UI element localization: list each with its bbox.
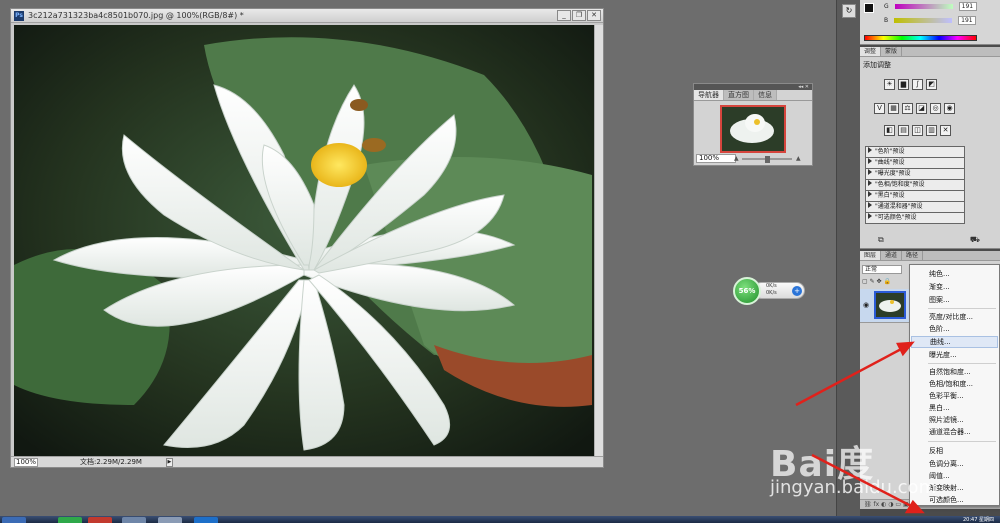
black-white-icon[interactable]: ◪: [916, 103, 927, 114]
doc-size-info: 文档:2.29M/2.29M: [80, 458, 142, 466]
menu-item-pattern[interactable]: 图案...: [911, 294, 998, 306]
taskbar-clock[interactable]: 20:47 星期四: [963, 516, 994, 523]
baidu-watermark: Bai度 jingyan.baidu.com: [770, 435, 995, 505]
selective-color-icon[interactable]: ✕: [940, 125, 951, 136]
blue-slider[interactable]: [894, 18, 953, 23]
zoom-out-icon[interactable]: ▲: [734, 155, 739, 162]
slider-knob[interactable]: [765, 156, 770, 163]
menu-item-photo-filter[interactable]: 照片滤镜...: [911, 414, 998, 426]
expand-triangle-icon: [868, 158, 872, 164]
minimize-button[interactable]: _: [557, 10, 571, 21]
tab-navigator[interactable]: 导航器: [694, 90, 724, 100]
menu-item-color-balance[interactable]: 色彩平衡...: [911, 390, 998, 402]
clip-layer-icon[interactable]: ⧉: [878, 235, 884, 245]
green-row: G 191: [884, 2, 977, 11]
menu-item-vibrance[interactable]: 自然饱和度...: [911, 366, 998, 378]
expand-triangle-icon: [868, 180, 872, 186]
vertical-scrollbar[interactable]: [594, 25, 603, 461]
document-window[interactable]: Ps 3c212a731323ba4c8501b070.jpg @ 100%(R…: [10, 8, 604, 468]
navigator-thumbnail[interactable]: [720, 105, 786, 153]
lock-icons[interactable]: ▢ ✎ ✥ 🔒: [862, 278, 891, 285]
navigator-panel[interactable]: ◂◂ ✕ 导航器 直方图 信息 100% ▲ ▲: [693, 83, 813, 166]
windows-taskbar: 20:47 星期四: [0, 516, 1000, 523]
menu-item-levels[interactable]: 色阶...: [911, 323, 998, 335]
status-bar: 100% 文档:2.29M/2.29M ▶: [11, 456, 603, 467]
status-menu-arrow-icon[interactable]: ▶: [165, 457, 173, 467]
restore-button[interactable]: ❐: [572, 10, 586, 21]
tab-layers[interactable]: 图层: [860, 251, 882, 260]
brightness-icon[interactable]: ☀: [884, 79, 895, 90]
taskbar-app-icon[interactable]: [88, 517, 112, 523]
threshold-icon[interactable]: ◫: [912, 125, 923, 136]
color-spectrum[interactable]: [864, 35, 977, 41]
taskbar-app-icon[interactable]: [58, 517, 82, 523]
preset-item[interactable]: "可选颜色"预设: [865, 212, 965, 224]
document-title: 3c212a731323ba4c8501b070.jpg @ 100%(RGB/…: [28, 11, 244, 20]
gradient-map-icon[interactable]: ▥: [926, 125, 937, 136]
levels-icon[interactable]: ▆: [898, 79, 909, 90]
adjustments-panel[interactable]: 调整 蒙版 添加调整 ☀ ▆ ∫ ◩ V ▦ ⚖ ◪ ◎ ◉ ◧ ▤ ◫ ▥ ✕…: [860, 47, 1000, 249]
invert-icon[interactable]: ◧: [884, 125, 895, 136]
menu-separator: [928, 308, 996, 309]
history-icon[interactable]: ↻: [842, 4, 856, 18]
document-titlebar[interactable]: Ps 3c212a731323ba4c8501b070.jpg @ 100%(R…: [11, 9, 603, 23]
tab-masks[interactable]: 蒙版: [881, 47, 903, 56]
green-value[interactable]: 191: [958, 2, 977, 11]
lotus-photo: [14, 25, 594, 461]
image-canvas[interactable]: [14, 25, 594, 461]
color-balance-icon[interactable]: ⚖: [902, 103, 913, 114]
watermark-url: jingyan.baidu.com: [770, 477, 937, 498]
tab-info[interactable]: 信息: [754, 90, 777, 100]
photoshop-icon: Ps: [14, 10, 24, 21]
curves-icon[interactable]: ∫: [912, 79, 923, 90]
tab-adjustments[interactable]: 调整: [860, 47, 882, 56]
truck-icon[interactable]: ⛟: [970, 235, 980, 245]
menu-separator: [928, 363, 996, 364]
green-label: G: [884, 3, 889, 10]
boost-plus-icon[interactable]: +: [792, 286, 802, 296]
blue-label: B: [884, 17, 889, 24]
expand-triangle-icon: [868, 213, 872, 219]
menu-item-curves[interactable]: 曲线...: [911, 336, 998, 348]
expand-triangle-icon: [868, 191, 872, 197]
preset-list: "色阶"预设 "曲线"预设 "曝光度"预设 "色相/饱和度"预设 "黑白"预设 …: [865, 146, 965, 224]
menu-item-hue-saturation[interactable]: 色相/饱和度...: [911, 378, 998, 390]
menu-item-solid-color[interactable]: 纯色...: [911, 268, 998, 280]
foreground-swatch[interactable]: [864, 3, 874, 13]
memory-percent-badge[interactable]: 56%: [733, 277, 761, 305]
blend-mode-select[interactable]: 正常: [862, 265, 902, 274]
color-panel[interactable]: G 191 B 191: [860, 0, 1000, 45]
channel-mixer-icon[interactable]: ◉: [944, 103, 955, 114]
exposure-icon[interactable]: ◩: [926, 79, 937, 90]
menu-item-brightness-contrast[interactable]: 亮度/对比度...: [911, 311, 998, 323]
menu-item-black-white[interactable]: 黑白...: [911, 402, 998, 414]
blue-row: B 191: [884, 16, 977, 25]
taskbar-app-icon[interactable]: [122, 517, 146, 523]
posterize-icon[interactable]: ▤: [898, 125, 909, 136]
blue-value[interactable]: 191: [958, 16, 977, 25]
layer-thumbnail: [874, 291, 906, 319]
close-button[interactable]: ✕: [587, 10, 601, 21]
tab-channels[interactable]: 通道: [881, 251, 903, 260]
menu-item-exposure[interactable]: 曝光度...: [911, 349, 998, 361]
network-speed-widget[interactable]: 0K/s 0K/s + 56%: [733, 277, 805, 305]
tab-paths[interactable]: 路径: [902, 251, 924, 260]
tab-histogram[interactable]: 直方图: [724, 90, 754, 100]
expand-triangle-icon: [868, 202, 872, 208]
navigator-zoom-field[interactable]: 100%: [696, 154, 736, 163]
hue-saturation-icon[interactable]: ▦: [888, 103, 899, 114]
zoom-field[interactable]: 100%: [14, 457, 38, 467]
expand-triangle-icon: [868, 147, 872, 153]
eye-icon[interactable]: ◉: [863, 301, 869, 309]
photo-filter-icon[interactable]: ◎: [930, 103, 941, 114]
expand-triangle-icon: [868, 169, 872, 175]
taskbar-app-icon[interactable]: [158, 517, 182, 523]
start-button[interactable]: [2, 517, 26, 523]
zoom-in-icon[interactable]: ▲: [796, 155, 801, 162]
vibrance-icon[interactable]: V: [874, 103, 885, 114]
menu-item-gradient[interactable]: 渐变...: [911, 281, 998, 293]
green-slider[interactable]: [894, 4, 953, 9]
taskbar-photoshop-icon[interactable]: [194, 517, 218, 523]
adjust-panel-title: 添加调整: [863, 61, 891, 69]
